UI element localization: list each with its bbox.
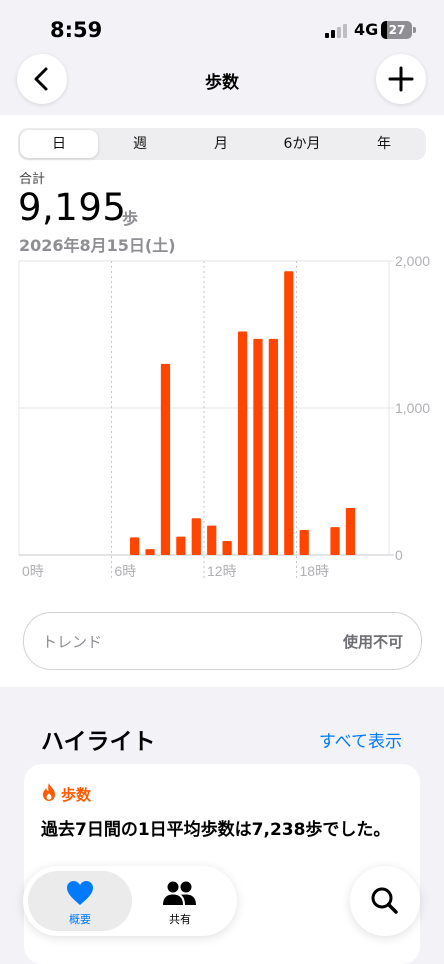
chart-y-tick-label: 2,000 (395, 253, 430, 269)
chart-bar (176, 536, 186, 555)
chart-x-tick-label: 12時 (207, 563, 237, 579)
hourly-steps-chart[interactable]: 0 1,000 2,000 0時 6時 12時 18時 (0, 250, 444, 580)
chart-bar (299, 530, 309, 555)
chart-bar (345, 507, 356, 555)
segment-month[interactable]: 月 (181, 128, 261, 160)
total-label: 合計 (19, 172, 46, 187)
segment-month-label: 月 (214, 136, 228, 152)
search-icon (371, 887, 398, 914)
segment-6months[interactable]: 6か月 (262, 128, 342, 160)
segment-6months-label: 6か月 (283, 136, 321, 152)
tab-sharing[interactable]: 共有 (128, 871, 232, 931)
total-steps-unit: 歩 (122, 209, 139, 228)
trend-status: 使用不可 (342, 633, 403, 651)
chart-bar (330, 527, 340, 555)
flame-icon (43, 783, 55, 801)
chart-bar (284, 271, 294, 555)
signal-icon (325, 24, 347, 38)
tab-summary-label: 概要 (69, 913, 91, 926)
battery-level: 27 (388, 23, 406, 37)
segment-week[interactable]: 週 (100, 128, 180, 160)
segment-year[interactable]: 年 (344, 128, 424, 160)
chart-bar (237, 331, 248, 555)
add-data-button[interactable] (376, 54, 426, 104)
total-steps-value: 9,195 (18, 186, 127, 229)
segment-day-label: 日 (52, 136, 66, 152)
heart-icon (67, 881, 93, 905)
chart-x-tick-label: 6時 (115, 563, 137, 579)
tab-summary[interactable]: 概要 (28, 871, 132, 931)
segment-day[interactable]: 日 (20, 130, 98, 158)
trend-row[interactable]: トレンド 使用不可 (23, 612, 422, 670)
trend-label: トレンド (42, 633, 103, 651)
status-time: 8:59 (50, 18, 103, 42)
chart-bar (222, 541, 232, 555)
network-type: 4G (354, 20, 379, 39)
show-all-link[interactable]: すべて表示 (319, 727, 402, 752)
chart-x-tick-label: 18時 (300, 563, 330, 579)
chart-bar (191, 518, 201, 555)
plus-icon (388, 66, 414, 92)
highlight-text: 過去7日間の1日平均歩数は7,238歩でした。 (41, 820, 391, 840)
tab-sharing-label: 共有 (169, 913, 191, 926)
chart-bar (160, 363, 171, 555)
chart-bar (130, 537, 140, 555)
tab-bar: 概要 共有 (23, 866, 237, 936)
highlights-title: ハイライト (41, 729, 156, 755)
chart-y-tick-label: 0 (395, 547, 403, 563)
chart-y-tick-label: 1,000 (395, 400, 430, 416)
status-bar: 8:59 4G 27 (0, 0, 444, 58)
segment-year-label: 年 (377, 136, 391, 152)
time-range-selector: 日 週 月 6か月 年 (18, 128, 426, 160)
people-icon (163, 881, 196, 905)
highlight-category: 歩数 (61, 786, 92, 804)
chart-bar (207, 525, 217, 555)
segment-week-label: 週 (133, 136, 147, 152)
chart-bar (253, 338, 263, 555)
battery-icon: 27 (381, 21, 416, 39)
chart-x-tick-label: 0時 (22, 563, 44, 579)
chart-bar (145, 549, 155, 555)
search-button[interactable] (350, 866, 420, 936)
chart-bar (268, 338, 278, 555)
